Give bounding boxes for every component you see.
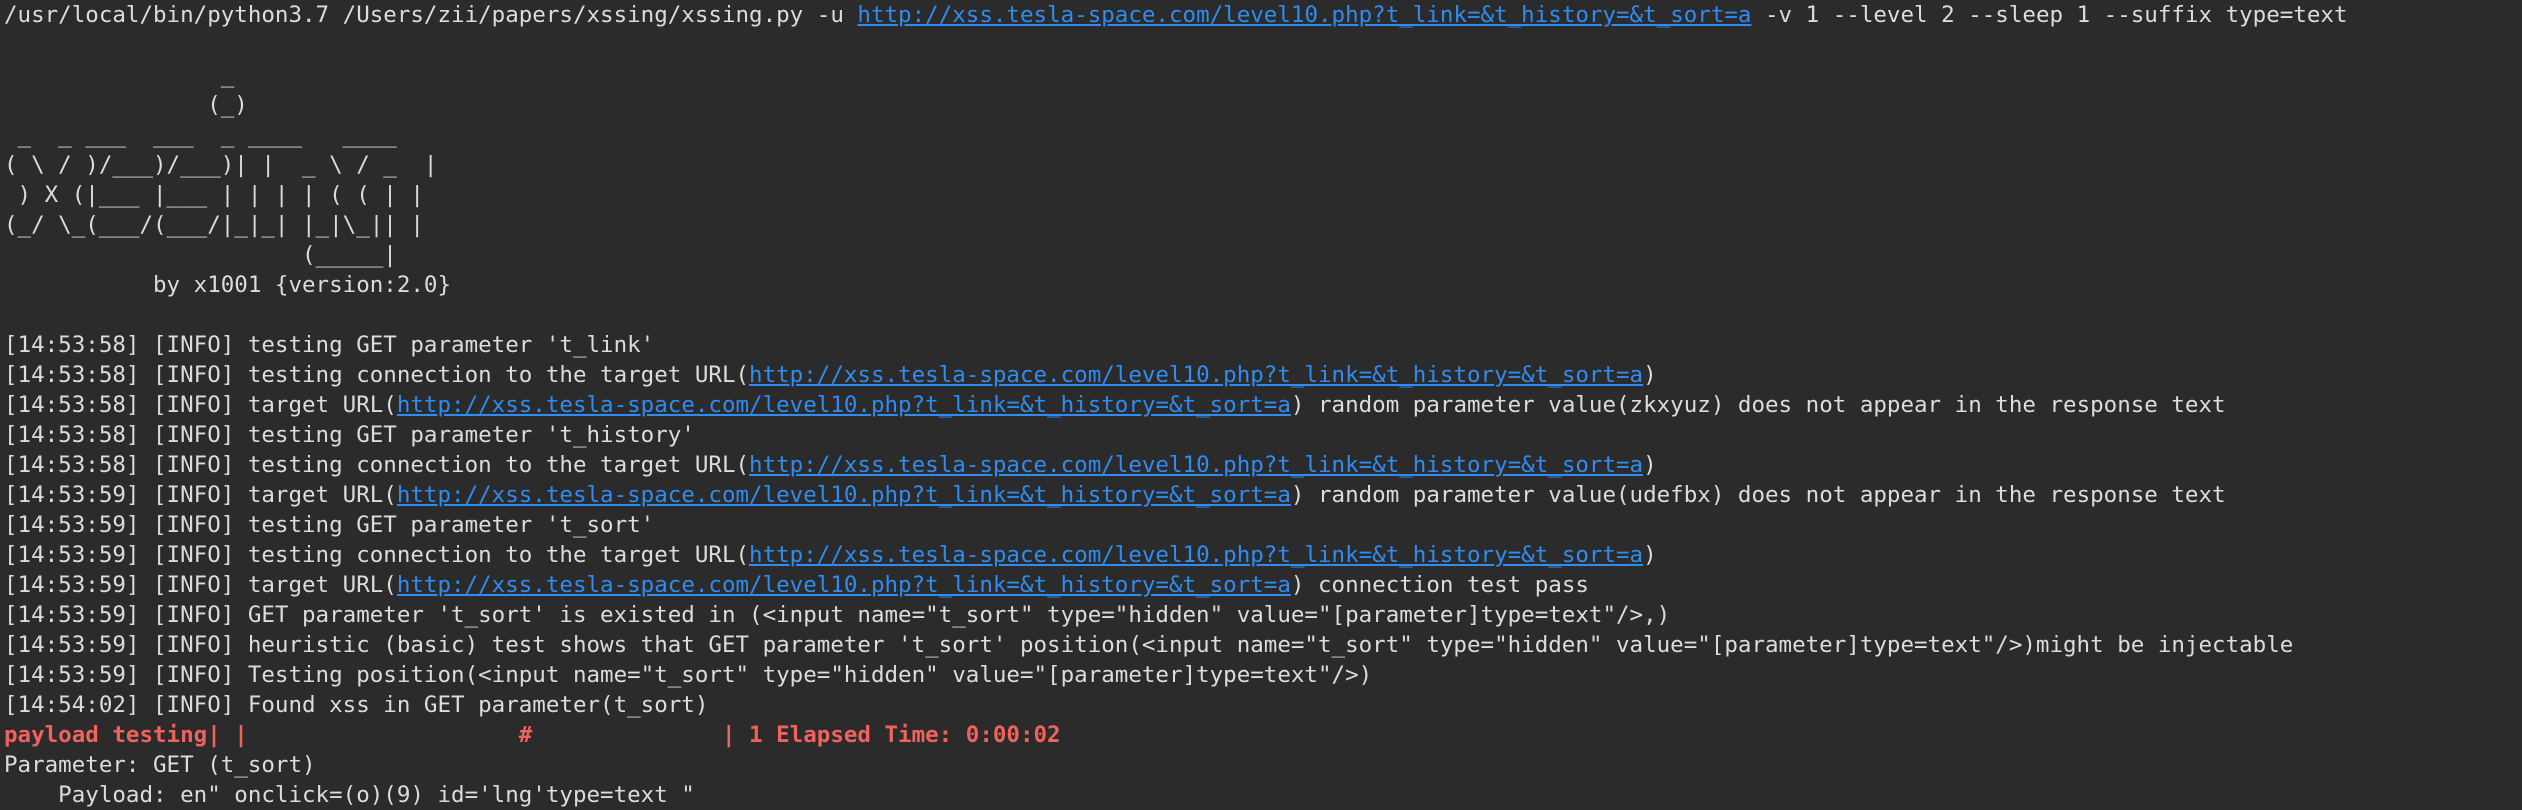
result-parameter: Parameter: GET (t_sort) [4, 752, 316, 778]
log-text: [14:53:59] [INFO] target URL( [4, 482, 397, 508]
banner-line: (_____| [4, 242, 397, 268]
banner-version-line: by x1001 {version:2.0} [4, 272, 452, 298]
log-text: [14:53:59] [INFO] target URL( [4, 572, 397, 598]
log-text: [14:53:59] [INFO] Testing position(<inpu… [4, 662, 1373, 688]
log-text: [14:53:58] [INFO] testing connection to … [4, 362, 750, 388]
log-line: [14:53:58] [INFO] testing connection to … [4, 360, 2518, 390]
log-text: [14:53:58] [INFO] target URL( [4, 392, 397, 418]
payload-progress-bar: payload testing| | # | 1 Elapsed Time: 0… [4, 722, 1061, 748]
log-text: [14:54:02] [INFO] Found xss in GET param… [4, 692, 709, 718]
log-text: ) [1643, 542, 1657, 568]
log-text: [14:53:58] [INFO] testing GET parameter … [4, 422, 695, 448]
target-url-link[interactable]: http://xss.tesla-space.com/level10.php?t… [397, 572, 1291, 598]
log-line: [14:53:59] [INFO] testing GET parameter … [4, 510, 2518, 540]
terminal-output: /usr/local/bin/python3.7 /Users/zii/pape… [4, 0, 2518, 808]
log-line: [14:53:58] [INFO] testing GET parameter … [4, 330, 2518, 360]
log-line: [14:53:58] [INFO] testing GET parameter … [4, 420, 2518, 450]
log-text: [14:53:59] [INFO] testing connection to … [4, 542, 750, 568]
target-url-link[interactable]: http://xss.tesla-space.com/level10.php?t… [749, 452, 1643, 478]
command-suffix: -v 1 --level 2 --sleep 1 --suffix type=t… [1751, 2, 2348, 28]
log-text: [14:53:59] [INFO] heuristic (basic) test… [4, 632, 2294, 658]
log-text: [14:53:58] [INFO] testing GET parameter … [4, 332, 655, 358]
log-line: [14:53:58] [INFO] testing connection to … [4, 450, 2518, 480]
command-prefix: /usr/local/bin/python3.7 /Users/zii/pape… [4, 2, 858, 28]
log-text: ) random parameter value(udefbx) does no… [1290, 482, 2226, 508]
target-url-link[interactable]: http://xss.tesla-space.com/level10.php?t… [397, 392, 1291, 418]
log-line: [14:53:59] [INFO] heuristic (basic) test… [4, 630, 2518, 660]
log-text: ) [1643, 362, 1657, 388]
target-url-link[interactable]: http://xss.tesla-space.com/level10.php?t… [749, 362, 1643, 388]
log-line: [14:53:59] [INFO] GET parameter 't_sort'… [4, 600, 2518, 630]
target-url-link[interactable]: http://xss.tesla-space.com/level10.php?t… [397, 482, 1291, 508]
target-url-link[interactable]: http://xss.tesla-space.com/level10.php?t… [749, 542, 1643, 568]
log-output: [14:53:58] [INFO] testing GET parameter … [4, 330, 2518, 720]
log-text: [14:53:59] [INFO] GET parameter 't_sort'… [4, 602, 1671, 628]
banner-line: ( \ / )/___)/___)| | _ \ / _ | [4, 152, 438, 178]
target-url-link[interactable]: http://xss.tesla-space.com/level10.php?t… [857, 2, 1751, 28]
ascii-banner: _ (_) _ _ ___ ___ _ ____ ____ ( \ / )/__… [4, 30, 2518, 330]
log-text: ) [1643, 452, 1657, 478]
banner-line: ) X (|___ |___ | | | | ( ( | | [4, 182, 424, 208]
log-line: [14:54:02] [INFO] Found xss in GET param… [4, 690, 2518, 720]
log-line: [14:53:59] [INFO] target URL(http://xss.… [4, 570, 2518, 600]
log-line: [14:53:59] [INFO] Testing position(<inpu… [4, 660, 2518, 690]
banner-line [4, 300, 2518, 330]
log-text: ) random parameter value(zkxyuz) does no… [1290, 392, 2226, 418]
banner-line: _ _ ___ ___ _ ____ ____ [4, 122, 397, 148]
banner-line: (_/ \_(___/(___/|_|_| |_|\_|| | [4, 212, 424, 238]
banner-line: _ [4, 62, 235, 88]
log-text: [14:53:59] [INFO] testing GET parameter … [4, 512, 655, 538]
log-text: ) connection test pass [1290, 572, 1589, 598]
result-payload: Payload: en" onclick=(o)(9) id='lng'type… [4, 782, 695, 808]
log-line: [14:53:59] [INFO] testing connection to … [4, 540, 2518, 570]
log-text: [14:53:58] [INFO] testing connection to … [4, 452, 750, 478]
banner-line: (_) [4, 92, 248, 118]
log-line: [14:53:59] [INFO] target URL(http://xss.… [4, 480, 2518, 510]
command-line: /usr/local/bin/python3.7 /Users/zii/pape… [4, 0, 2518, 30]
banner-line [4, 30, 2518, 60]
log-line: [14:53:58] [INFO] target URL(http://xss.… [4, 390, 2518, 420]
